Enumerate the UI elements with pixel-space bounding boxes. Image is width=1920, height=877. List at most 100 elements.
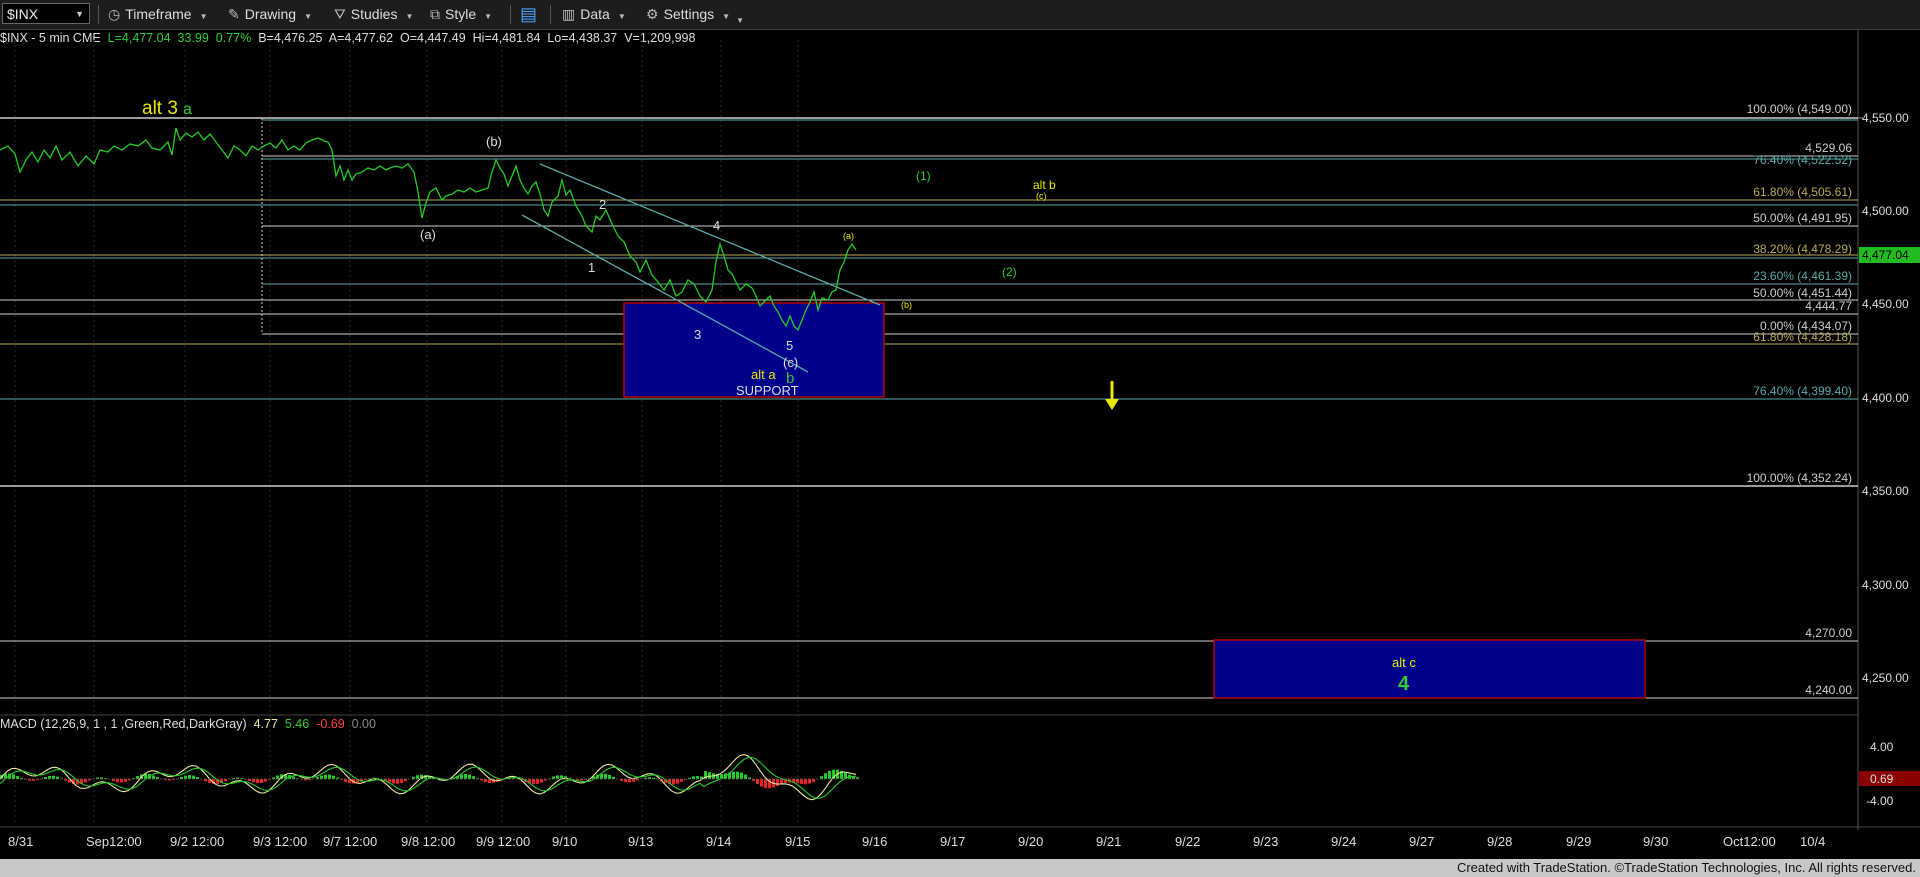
target-zone[interactable] bbox=[1213, 639, 1646, 699]
wave-5-label: 5 bbox=[786, 338, 793, 353]
macd-histogram-bar bbox=[464, 773, 467, 779]
alt-a-label: alt a bbox=[751, 367, 776, 382]
time-tick: 9/27 bbox=[1409, 834, 1434, 849]
price-tick: 4,350.00 bbox=[1862, 484, 1909, 498]
current-price-label: 4,477.04 bbox=[1862, 248, 1909, 262]
time-tick: Oct12:00 bbox=[1723, 834, 1776, 849]
wave-a-paren-label: (a) bbox=[420, 227, 436, 242]
time-tick: 9/8 12:00 bbox=[401, 834, 455, 849]
settings-menu[interactable]: ⚙ Settings ▼ ▼ bbox=[646, 0, 744, 29]
macd-histogram-bar bbox=[540, 779, 543, 783]
fib-label: 61.80% (4,428.18) bbox=[1753, 330, 1852, 344]
macd-histogram-bar bbox=[804, 779, 807, 785]
macd-tick: 4.00 bbox=[1870, 740, 1894, 754]
time-tick: 9/22 bbox=[1175, 834, 1200, 849]
wave-3-label: 3 bbox=[694, 327, 701, 342]
chevron-down-icon: ▼ bbox=[75, 9, 84, 19]
macd-histogram-bar bbox=[796, 779, 799, 784]
down-arrow-icon bbox=[1105, 381, 1119, 410]
price-tick: 4,550.00 bbox=[1862, 111, 1909, 125]
price-chart[interactable]: alt 3 a (b) (a) 1 2 3 4 5 (c) alt a b SU… bbox=[0, 29, 1920, 859]
macd-histogram-bar bbox=[152, 775, 155, 779]
data-menu[interactable]: ▥ Data ▼ bbox=[562, 0, 626, 29]
macd-histogram-bar bbox=[276, 775, 279, 779]
macd-histogram-bar bbox=[532, 779, 535, 785]
pencil-icon: ✎ bbox=[228, 6, 240, 22]
price-tick: 4,450.00 bbox=[1862, 297, 1909, 311]
time-tick: 9/14 bbox=[706, 834, 731, 849]
macd-histogram-bar bbox=[392, 779, 395, 784]
fib-label: 4,240.00 bbox=[1805, 683, 1852, 697]
macd-histogram-bar bbox=[188, 775, 191, 779]
fib-label: 100.00% (4,352.24) bbox=[1747, 471, 1852, 485]
macd-histogram-bar bbox=[604, 773, 607, 779]
time-tick: 8/31 bbox=[8, 834, 33, 849]
fib-label: 50.00% (4,451.44) bbox=[1753, 286, 1852, 300]
copyright-text: Created with TradeStation. ©TradeStation… bbox=[1456, 860, 1916, 875]
macd-histogram-bar bbox=[468, 774, 471, 779]
chevron-down-icon: ▼ bbox=[405, 12, 414, 21]
wave-4-label: 4 bbox=[713, 218, 720, 233]
macd-histogram-bar bbox=[800, 779, 803, 785]
footer: Created with TradeStation. ©TradeStation… bbox=[0, 859, 1920, 877]
symbol-selector[interactable]: $INX ▼ bbox=[2, 3, 90, 24]
chevron-down-icon: ▼ bbox=[736, 16, 744, 25]
fib-label: 76.40% (4,399.40) bbox=[1753, 384, 1852, 398]
fib-label: 23.60% (4,461.39) bbox=[1753, 269, 1852, 283]
drawing-menu[interactable]: ✎ Drawing ▼ bbox=[228, 0, 312, 29]
fib-label: 38.20% (4,478.29) bbox=[1753, 242, 1852, 256]
macd-histogram-bar bbox=[12, 774, 15, 779]
wave-2-paren-label: (2) bbox=[1002, 265, 1017, 279]
macd-histogram-bar bbox=[252, 779, 255, 783]
macd-histogram-bar bbox=[808, 779, 811, 784]
vertical-grid bbox=[14, 40, 799, 825]
time-axis: 8/31 Sep12:00 9/2 12:00 9/3 12:00 9/7 12:00 9… bbox=[8, 834, 1825, 849]
macd-histogram-bar bbox=[760, 779, 763, 787]
small-a-label: (a) bbox=[843, 231, 854, 241]
fib-label: 100.00% (4,549.00) bbox=[1747, 102, 1852, 116]
time-tick: Sep12:00 bbox=[86, 834, 142, 849]
time-tick: 9/9 12:00 bbox=[476, 834, 530, 849]
macd-histogram-bar bbox=[708, 772, 711, 779]
macd-histogram-bar bbox=[400, 779, 403, 783]
macd-histogram-bar bbox=[828, 770, 831, 779]
style-menu[interactable]: ⧉ Style ▼ bbox=[430, 0, 492, 29]
time-tick: 9/20 bbox=[1018, 834, 1043, 849]
time-tick: 9/30 bbox=[1643, 834, 1668, 849]
wave-2-label: 2 bbox=[599, 197, 606, 212]
toolbar: $INX ▼ ◷ Timeframe ▼ ✎ Drawing ▼ ⛛ Studies ▼ ⧉ S… bbox=[0, 0, 1920, 30]
macd-histogram-bar bbox=[536, 779, 539, 784]
macd-histogram-bar bbox=[744, 774, 747, 779]
macd-histogram-bar bbox=[776, 779, 779, 786]
support-label: SUPPORT bbox=[736, 383, 799, 398]
macd-histogram-bar bbox=[256, 779, 259, 784]
wave-b-paren-label: (b) bbox=[486, 134, 502, 149]
time-tick: 9/13 bbox=[628, 834, 653, 849]
price-tick: 4,400.00 bbox=[1862, 391, 1909, 405]
price-axis: 4,550.00 4,500.00 4,450.00 4,400.00 4,35… bbox=[1858, 111, 1920, 808]
macd-histogram-bar bbox=[764, 779, 767, 789]
fib-label: 61.80% (4,505.61) bbox=[1753, 185, 1852, 199]
fib-label: 76.40% (4,522.52) bbox=[1753, 153, 1852, 167]
timeframe-menu[interactable]: ◷ Timeframe ▼ bbox=[108, 0, 208, 29]
macd-histogram-bar bbox=[628, 779, 631, 783]
time-tick: 9/24 bbox=[1331, 834, 1356, 849]
time-tick: 9/23 bbox=[1253, 834, 1278, 849]
macd-histogram-bar bbox=[740, 772, 743, 779]
time-tick: 9/28 bbox=[1487, 834, 1512, 849]
chevron-down-icon: ▼ bbox=[304, 12, 313, 21]
layout-button[interactable]: ▤ bbox=[520, 0, 537, 29]
style-label: Style bbox=[445, 6, 477, 22]
macd-histogram-bar bbox=[120, 779, 123, 783]
studies-menu[interactable]: ⛛ Studies ▼ bbox=[334, 0, 413, 29]
macd-histogram-bar bbox=[556, 775, 559, 779]
macd-value: 4.77 bbox=[253, 717, 278, 731]
wave-1-label: 1 bbox=[588, 260, 595, 275]
fib-label: 4,270.00 bbox=[1805, 626, 1852, 640]
macd-histogram-bar bbox=[736, 771, 739, 779]
alt-b-label: alt b bbox=[1033, 178, 1056, 192]
time-tick: 9/16 bbox=[862, 834, 887, 849]
macd-legend: MACD (12,26,9, 1 , 1 ,Green,Red,DarkGray… bbox=[0, 717, 376, 731]
macd-tick: -4.00 bbox=[1866, 794, 1894, 808]
time-tick: 9/2 12:00 bbox=[170, 834, 224, 849]
